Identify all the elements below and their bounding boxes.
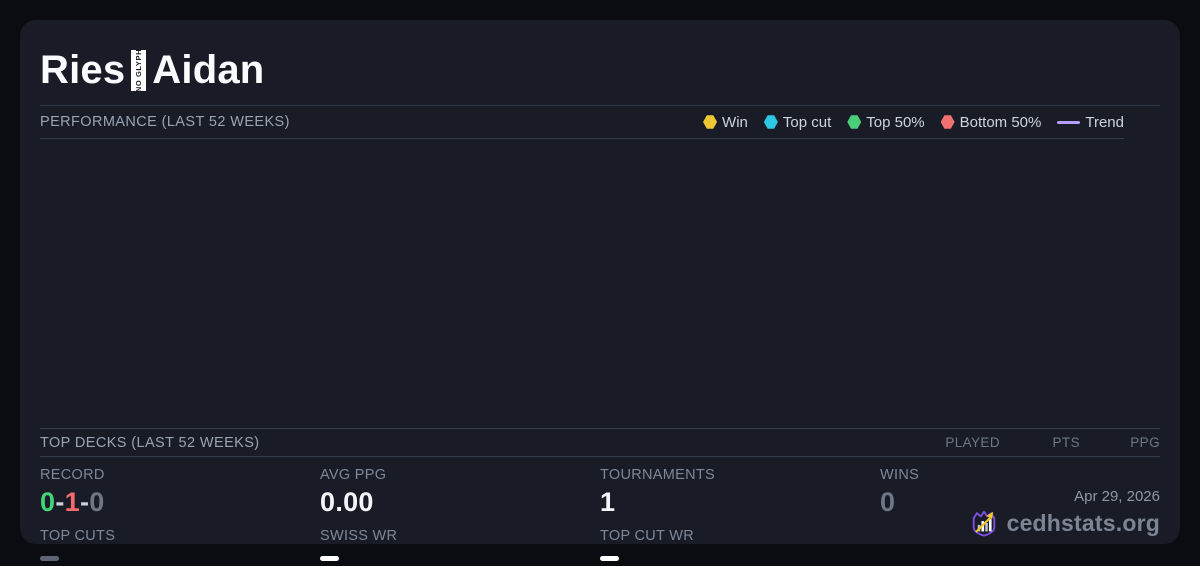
date-label: Apr 29, 2026 xyxy=(1074,488,1160,505)
record-label: RECORD xyxy=(40,467,105,483)
missing-glyph-box: NO GLYPH xyxy=(131,50,147,91)
record-wins: 0 xyxy=(40,487,56,517)
column-header-pts: PTS xyxy=(1052,435,1080,450)
player-name-second: Aidan xyxy=(152,48,265,92)
swiss-wr-label: SWISS WR xyxy=(320,528,398,544)
card-footer: Apr 29, 2026 cedhstats.org xyxy=(969,488,1160,538)
performance-chart xyxy=(40,139,1160,428)
legend-label: Top 50% xyxy=(866,113,925,131)
chart-legend: Win Top cut Top 50% Bottom 50% Trend xyxy=(703,114,1124,131)
performance-header-row: PERFORMANCE (LAST 52 WEEKS) Win Top cut … xyxy=(40,106,1124,139)
record-value: 0-1-0 xyxy=(40,483,320,525)
column-header-played: PLAYED xyxy=(945,435,1000,450)
bottom-50-marker-icon xyxy=(940,115,955,129)
column-header-ppg: PPG xyxy=(1130,435,1160,450)
record-separator: - xyxy=(55,487,65,517)
cedhstats-crown-logo-icon xyxy=(972,510,995,537)
legend-item-top-cut: Top cut xyxy=(763,113,832,131)
top-cuts-label: TOP CUTS xyxy=(40,528,116,544)
record-separator: - xyxy=(79,487,90,517)
tournaments-value: 1 xyxy=(600,487,616,517)
win-marker-icon xyxy=(703,115,718,129)
legend-label: Top cut xyxy=(782,113,832,131)
swiss-wr-value-dash xyxy=(320,556,339,561)
player-name-first: Ries xyxy=(40,48,126,92)
top-cut-wr-value-dash xyxy=(600,556,619,561)
stat-avg-ppg: AVG PPG 0.00 SWISS WR xyxy=(320,464,600,566)
player-name-title: Ries NO GLYPH Aidan xyxy=(40,20,1160,105)
missing-glyph-label: NO GLYPH xyxy=(134,50,144,91)
top-decks-section-title: TOP DECKS (LAST 52 WEEKS) xyxy=(40,434,260,451)
tournaments-label: TOURNAMENTS xyxy=(600,467,716,483)
legend-item-top-50: Top 50% xyxy=(847,113,925,131)
record-draws: 0 xyxy=(89,487,105,517)
record-losses: 1 xyxy=(64,487,80,517)
stat-record: RECORD 0-1-0 TOP CUTS xyxy=(40,464,320,566)
stat-tournaments: TOURNAMENTS 1 TOP CUT WR xyxy=(600,464,880,566)
avg-ppg-value: 0.00 xyxy=(320,487,374,517)
brand-wordmark: cedhstats.org xyxy=(1006,509,1160,536)
performance-section-title: PERFORMANCE (LAST 52 WEEKS) xyxy=(40,114,290,130)
legend-label: Win xyxy=(722,113,748,131)
legend-label: Bottom 50% xyxy=(959,113,1042,131)
top-cut-wr-label: TOP CUT WR xyxy=(600,528,695,544)
top-decks-column-headers: PLAYED PTS PPG xyxy=(920,435,1160,450)
trend-line-icon xyxy=(1057,120,1081,124)
legend-item-bottom-50: Bottom 50% xyxy=(940,113,1042,131)
legend-item-win: Win xyxy=(703,114,748,131)
legend-label: Trend xyxy=(1085,113,1124,131)
wins-label: WINS xyxy=(880,467,920,483)
top-cut-marker-icon xyxy=(763,115,778,129)
brand-link[interactable]: cedhstats.org xyxy=(969,508,1160,538)
top-decks-header-row: TOP DECKS (LAST 52 WEEKS) PLAYED PTS PPG xyxy=(40,428,1160,457)
top-50-marker-icon xyxy=(847,115,862,129)
avg-ppg-label: AVG PPG xyxy=(320,467,387,483)
player-stats-card: Ries NO GLYPH Aidan PERFORMANCE (LAST 52… xyxy=(20,20,1180,561)
top-cuts-value-dash xyxy=(40,556,59,561)
legend-item-trend: Trend xyxy=(1057,114,1124,131)
